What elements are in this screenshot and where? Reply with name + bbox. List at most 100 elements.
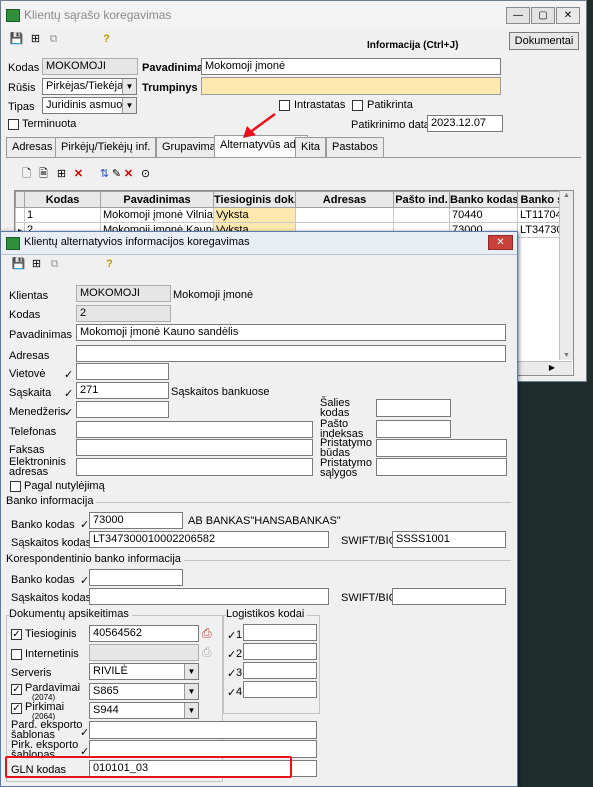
pardavimai-select[interactable]: S865 ▼: [89, 683, 199, 700]
koresp-swift-field[interactable]: [392, 588, 506, 605]
tab-pastabos[interactable]: Pastabos: [326, 137, 384, 157]
logistikos-code-1-field[interactable]: [243, 624, 317, 641]
pavadinimas-field[interactable]: Mokomoji įmonė Kauno sandėlis: [76, 324, 506, 341]
kodas-field[interactable]: 2: [76, 305, 171, 322]
patikrinta-label: Patikrinta: [367, 99, 413, 111]
scroll-down-icon[interactable]: ▼: [563, 352, 570, 359]
serveris-select[interactable]: RIVILĖ ▼: [89, 663, 199, 680]
terminuota-checkbox[interactable]: [8, 119, 19, 130]
koresp-saskaitos-kodas-label: Sąskaitos kodas: [11, 592, 92, 604]
kodas-field[interactable]: MOKOMOJI: [42, 58, 138, 75]
column-header[interactable]: [15, 191, 25, 208]
scroll-up-icon[interactable]: ▲: [563, 192, 570, 199]
logistikos-number: 2: [236, 648, 243, 660]
telefonas-field[interactable]: [76, 421, 313, 438]
delete-icon[interactable]: ✕: [71, 167, 86, 181]
edit-icon[interactable]: 🗎: [36, 167, 51, 181]
tab-adresas[interactable]: Adresas: [6, 137, 59, 157]
salies-kodas-label: Šalies kodas: [320, 397, 350, 419]
pristatymo-budas-field[interactable]: [376, 439, 507, 457]
tiesioginis-checkbox[interactable]: ✓: [11, 629, 22, 640]
copy-icon[interactable]: ⧉: [46, 32, 61, 46]
banko-kodas-field[interactable]: 73000: [89, 512, 183, 529]
tipas-select[interactable]: Juridinis asmuo ▼: [42, 97, 137, 114]
pard-eksporto-field[interactable]: [89, 721, 317, 739]
pirkimai-checkbox[interactable]: ✓: [11, 703, 22, 714]
check-icon: ✓: [227, 668, 237, 680]
saskaitos-kodas-field[interactable]: LT347300010002206582: [89, 531, 329, 548]
column-header[interactable]: Kodas: [24, 191, 101, 208]
adresas-field[interactable]: [76, 345, 506, 362]
chevron-down-icon[interactable]: ▼: [122, 98, 136, 113]
salies-kodas-field[interactable]: [376, 399, 451, 417]
documents-button[interactable]: Dokumentai: [509, 32, 579, 50]
patikrinimo-data-label: Patikrinimo data: [351, 119, 430, 131]
pasto-indeksas-field[interactable]: [376, 420, 451, 438]
chevron-down-icon[interactable]: ▼: [122, 79, 136, 94]
klientas-code-field[interactable]: MOKOMOJI: [76, 285, 171, 302]
el-adresas-field[interactable]: [76, 458, 313, 476]
intrastatas-label: Intrastatas: [294, 99, 346, 111]
chevron-down-icon[interactable]: ▼: [184, 703, 198, 718]
column-header[interactable]: Pavadinimas: [100, 191, 214, 208]
table-cell: [393, 207, 450, 223]
saskaitos-bankuose-label[interactable]: Sąskaitos bankuose: [171, 386, 269, 398]
internetinis-checkbox[interactable]: [11, 649, 22, 660]
column-header[interactable]: Banko kodas: [449, 191, 518, 208]
koresp-banko-kodas-field[interactable]: [89, 569, 183, 586]
patikrinimo-data-field[interactable]: 2023.12.07: [427, 115, 503, 132]
column-header[interactable]: Pašto ind.: [393, 191, 450, 208]
faksas-field[interactable]: [76, 439, 313, 456]
menedzeris-field[interactable]: [76, 401, 169, 418]
saskaita-field[interactable]: 271: [76, 382, 169, 399]
binoculars-icon[interactable]: ⊙: [138, 167, 153, 181]
tab-pirkeju-tiekeju[interactable]: Pirkėjų/Tiekėjų inf.: [55, 137, 157, 157]
scroll-right-icon[interactable]: ▶: [549, 363, 555, 372]
intrastatas-checkbox[interactable]: [279, 100, 290, 111]
chevron-down-icon[interactable]: ▼: [184, 684, 198, 699]
tree-icon[interactable]: ⊞: [29, 257, 44, 271]
tab-kita[interactable]: Kita: [295, 137, 326, 157]
logistikos-code-2-field[interactable]: [243, 643, 317, 660]
koresp-saskaitos-kodas-field[interactable]: [89, 588, 329, 605]
tiesioginis-label: Tiesioginis: [25, 628, 77, 640]
vietove-field[interactable]: [76, 363, 169, 380]
tree-icon[interactable]: ⊞: [28, 32, 43, 46]
koresp-banko-kodas-label: Banko kodas: [11, 574, 75, 586]
trumpinys-field[interactable]: [201, 77, 501, 95]
save-icon[interactable]: 💾: [9, 32, 24, 46]
tiesioginis-field[interactable]: 40564562: [89, 625, 199, 642]
filter-off-icon[interactable]: ✕: [121, 167, 136, 181]
save-icon[interactable]: 💾: [11, 257, 26, 271]
logistikos-code-4-field[interactable]: [243, 681, 317, 698]
close-button[interactable]: ✕: [488, 235, 513, 250]
rusis-select[interactable]: Pirkėjas/Tiekėjas ▼: [42, 78, 137, 95]
close-button[interactable]: ✕: [556, 7, 580, 24]
printer-icon[interactable]: ⎙: [202, 626, 212, 641]
pagal-nutylejima-checkbox[interactable]: [10, 481, 21, 492]
tree-icon[interactable]: ⊞: [54, 167, 69, 181]
help-icon[interactable]: ?: [99, 32, 114, 46]
maximize-button[interactable]: ▢: [531, 7, 555, 24]
pardavimai-checkbox[interactable]: ✓: [11, 684, 22, 695]
vertical-scrollbar[interactable]: ▲ ▼: [559, 191, 573, 360]
column-header[interactable]: Adresas: [295, 191, 394, 208]
pagal-nutylejima-label: Pagal nutylėjimą: [24, 480, 105, 492]
help-icon[interactable]: ?: [102, 257, 117, 271]
new-icon[interactable]: 🗋: [19, 167, 34, 181]
copy-icon[interactable]: ⧉: [47, 257, 62, 271]
patikrinta-checkbox[interactable]: [352, 100, 363, 111]
tab-bar: Adresas Pirkėjų/Tiekėjų inf. Grupavimas …: [6, 135, 581, 158]
logistikos-code-3-field[interactable]: [243, 662, 317, 679]
info-label[interactable]: Informacija (Ctrl+J): [367, 40, 458, 51]
pirkimai-select[interactable]: S944 ▼: [89, 702, 199, 719]
minimize-button[interactable]: —: [506, 7, 530, 24]
pavadinimas-field[interactable]: Mokomoji įmonė: [201, 58, 501, 75]
menedzeris-label: Menedžeris: [9, 406, 66, 418]
swift-field[interactable]: SSSS1001: [392, 531, 506, 548]
column-header[interactable]: Tiesioginis dok.ap: [213, 191, 296, 208]
table-row[interactable]: 1 Mokomoji įmonė Vilniaus Vyksta 70440 L…: [15, 207, 573, 223]
chevron-down-icon[interactable]: ▼: [184, 664, 198, 679]
table-cell: Vyksta: [213, 207, 296, 223]
pristatymo-salygos-field[interactable]: [376, 458, 507, 476]
